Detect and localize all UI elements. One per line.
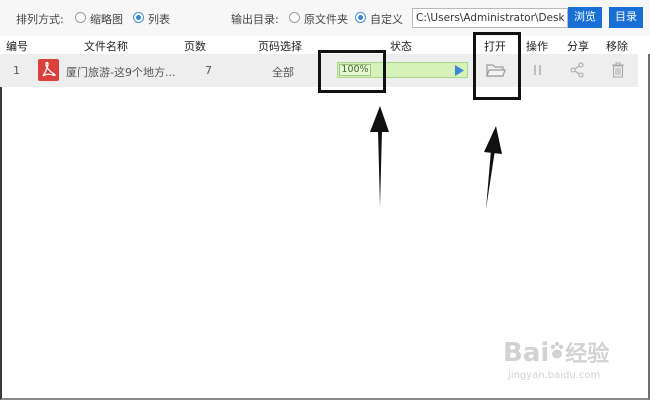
sort-thumbnail-radio[interactable] xyxy=(75,12,86,23)
header-share: 分享 xyxy=(567,40,589,53)
annotation-box-status xyxy=(318,50,386,93)
header-index: 编号 xyxy=(6,40,28,53)
toolbar: 排列方式: 缩略图 列表 输出目录: 原文件夹 自定义 浏览 目录 xyxy=(0,0,650,36)
share-icon[interactable] xyxy=(569,62,585,81)
header-action: 操作 xyxy=(526,40,548,53)
output-custom-radio[interactable] xyxy=(355,12,366,23)
row-page-select[interactable]: 全部 xyxy=(272,64,294,80)
trash-icon[interactable] xyxy=(611,62,625,81)
play-arrow-icon xyxy=(455,65,464,76)
pause-icon[interactable] xyxy=(533,64,543,79)
output-path-input[interactable] xyxy=(412,8,568,28)
sort-thumbnail-label[interactable]: 缩略图 xyxy=(90,11,123,27)
directory-button[interactable]: 目录 xyxy=(609,7,643,28)
output-dir-label: 输出目录: xyxy=(231,13,279,26)
row-pages: 7 xyxy=(205,64,212,77)
header-pages: 页数 xyxy=(184,40,206,53)
header-page-select: 页码选择 xyxy=(258,40,302,53)
watermark-brand: Bai 经验 xyxy=(503,336,609,368)
header-filename: 文件名称 xyxy=(84,40,128,53)
sort-list-radio[interactable] xyxy=(133,12,144,23)
watermark-brand-a: Bai xyxy=(503,338,550,368)
output-original-label[interactable]: 原文件夹 xyxy=(304,11,348,27)
browse-button[interactable]: 浏览 xyxy=(568,7,602,28)
output-original-radio[interactable] xyxy=(289,12,300,23)
header-status: 状态 xyxy=(390,40,412,53)
output-custom-label[interactable]: 自定义 xyxy=(370,11,403,27)
watermark-url: jingyan.baidu.com xyxy=(508,370,601,381)
sort-list-label[interactable]: 列表 xyxy=(148,11,170,27)
row-index: 1 xyxy=(13,64,20,77)
row-filename[interactable]: 厦门旅游-这9个地方... xyxy=(66,64,175,80)
pdf-file-icon xyxy=(38,59,59,81)
watermark-brand-b: 经验 xyxy=(565,342,610,367)
sort-mode-label: 排列方式: xyxy=(16,13,64,26)
annotation-box-open xyxy=(473,32,521,100)
paw-icon xyxy=(549,338,565,368)
header-remove: 移除 xyxy=(606,40,628,53)
